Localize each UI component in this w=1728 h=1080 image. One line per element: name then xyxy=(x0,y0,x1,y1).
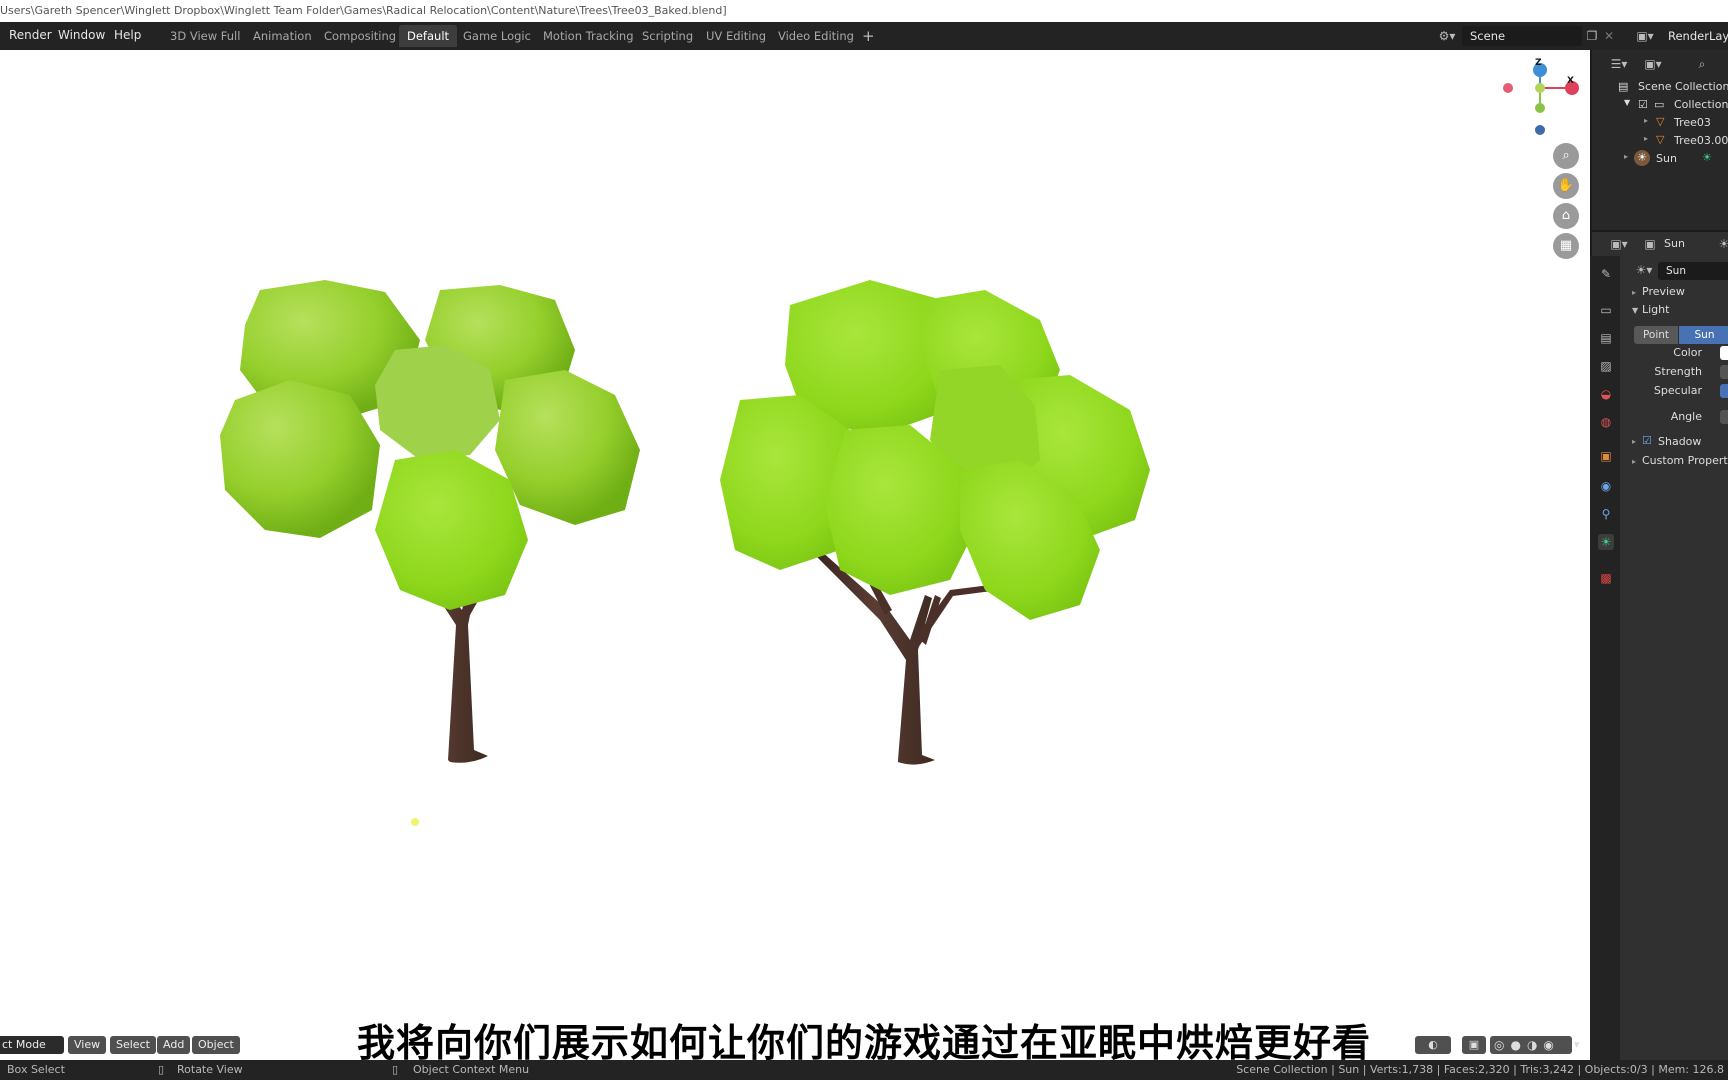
delete-scene-icon[interactable]: ✕ xyxy=(1602,26,1616,46)
texture-tab-icon[interactable]: ▩ xyxy=(1598,570,1614,586)
3d-viewport[interactable]: Z X ⌕ ✋ ⌂ ▦ xyxy=(0,50,1590,1060)
outliner-item-collection[interactable]: Collection xyxy=(1674,98,1728,111)
mouse-icon: ▯ xyxy=(392,1063,399,1076)
window-title: Users\Gareth Spencer\Winglett Dropbox\Wi… xyxy=(0,0,1728,22)
light-data-tab-icon[interactable]: ☀ xyxy=(1598,534,1614,550)
light-type-sun-button[interactable]: Sun xyxy=(1679,326,1728,344)
physics-tab-icon[interactable]: ◉ xyxy=(1598,478,1614,494)
render-layer-field[interactable]: RenderLayer xyxy=(1660,26,1728,46)
properties-tab-column xyxy=(1590,256,1620,1060)
outliner-item-tree03[interactable]: Tree03 xyxy=(1674,116,1711,129)
view-layer-tab-icon[interactable]: ▨ xyxy=(1598,358,1614,374)
light-type-point-button[interactable]: Point xyxy=(1634,326,1678,344)
collapse-arrow-icon[interactable]: ▸ xyxy=(1632,457,1636,466)
color-label: Color xyxy=(1673,346,1702,359)
strength-field[interactable] xyxy=(1720,365,1728,379)
scene-name-field[interactable]: Scene xyxy=(1462,26,1582,46)
checkbox-icon[interactable]: ☑ xyxy=(1638,98,1648,111)
perspective-grid-icon[interactable]: ▦ xyxy=(1553,233,1579,259)
outliner-filter-icon[interactable]: ▣▾ xyxy=(1638,54,1668,74)
zoom-icon[interactable]: ⌕ xyxy=(1553,143,1579,169)
tool-tab-icon[interactable]: ✎ xyxy=(1598,266,1614,282)
outliner-item-scene-collection[interactable]: Scene Collection xyxy=(1638,80,1728,93)
status-context-menu: Object Context Menu xyxy=(413,1063,530,1076)
status-box-select: Box Select xyxy=(7,1063,65,1076)
tab-scripting[interactable]: Scripting xyxy=(634,25,701,47)
panel-custom-properties-header[interactable]: Custom Properties xyxy=(1642,454,1728,467)
collection-icon: ▭ xyxy=(1654,98,1665,111)
menu-help[interactable]: Help xyxy=(114,28,141,42)
pin-icon[interactable]: ☀ xyxy=(1718,234,1728,254)
light-datablock-icon[interactable]: ☀▾ xyxy=(1632,260,1656,280)
output-tab-icon[interactable]: ▤ xyxy=(1598,330,1614,346)
sun-light-point[interactable] xyxy=(411,818,419,826)
specular-slider[interactable] xyxy=(1720,384,1728,398)
light-data-icon[interactable]: ☀ xyxy=(1702,151,1712,164)
strength-label: Strength xyxy=(1654,365,1702,378)
outliner-item-tree03-00[interactable]: Tree03.00 xyxy=(1674,134,1728,147)
expand-arrow-icon[interactable]: ▸ xyxy=(1644,116,1648,125)
gizmo-x-label: X xyxy=(1567,76,1574,86)
tab-default[interactable]: Default xyxy=(399,25,458,47)
object-tab-icon[interactable]: ▣ xyxy=(1598,448,1614,464)
properties-header-object: Sun xyxy=(1664,237,1685,250)
panel-shadow-header[interactable]: Shadow xyxy=(1658,435,1701,448)
render-tab-icon[interactable]: ▭ xyxy=(1598,302,1614,318)
tree-left[interactable] xyxy=(220,280,640,763)
tab-3d-view-full[interactable]: 3D View Full xyxy=(162,25,248,47)
panel-preview-header[interactable]: Preview xyxy=(1642,285,1685,298)
outliner-scene-collection-icon: ▤ xyxy=(1618,80,1629,93)
specular-label: Specular xyxy=(1653,384,1702,397)
camera-view-icon[interactable]: ⌂ xyxy=(1553,203,1579,229)
outliner-item-sun[interactable]: Sun xyxy=(1656,152,1677,165)
outliner-panel: ☰▾ ▣▾ ⌕ ▤ Scene Collection ▼ ☑ ▭ Collect… xyxy=(1590,50,1728,230)
angle-label: Angle xyxy=(1670,410,1702,423)
mesh-icon: ▽ xyxy=(1656,133,1665,146)
collapse-arrow-icon[interactable]: ▸ xyxy=(1632,288,1636,297)
color-swatch[interactable] xyxy=(1720,346,1728,360)
expand-arrow-icon[interactable]: ▸ xyxy=(1644,134,1648,143)
outliner-display-mode-icon[interactable]: ☰▾ xyxy=(1604,54,1634,74)
shadow-checkbox[interactable]: ☑ xyxy=(1642,434,1652,447)
panel-light-header[interactable]: Light xyxy=(1642,303,1669,316)
mesh-icon: ▽ xyxy=(1656,115,1665,128)
pan-hand-icon[interactable]: ✋ xyxy=(1553,173,1579,199)
new-scene-icon[interactable]: ❐ xyxy=(1584,26,1600,46)
tab-uv-editing[interactable]: UV Editing xyxy=(698,25,774,47)
collapse-arrow-icon[interactable]: ▸ xyxy=(1632,437,1636,446)
tab-game-logic[interactable]: Game Logic xyxy=(455,25,539,47)
scene-tab-icon[interactable]: ◒ xyxy=(1598,386,1614,402)
viewport-scene xyxy=(220,63,1579,826)
outliner-search-icon[interactable]: ⌕ xyxy=(1692,54,1712,74)
world-tab-icon[interactable]: ◍ xyxy=(1598,414,1614,430)
menu-window[interactable]: Window xyxy=(58,28,105,42)
angle-field[interactable] xyxy=(1720,410,1728,424)
tree-right[interactable] xyxy=(720,280,1150,765)
menu-render[interactable]: Render xyxy=(9,28,52,42)
sun-object-icon: ☀ xyxy=(1634,150,1650,166)
scene-selector-icon[interactable]: ⚙▾ xyxy=(1432,26,1462,46)
tab-motion-tracking[interactable]: Motion Tracking xyxy=(535,25,642,47)
tab-compositing[interactable]: Compositing xyxy=(316,25,404,47)
properties-editor-type-icon[interactable]: ▣▾ xyxy=(1604,234,1634,254)
expand-arrow-icon[interactable]: ▸ xyxy=(1624,152,1628,161)
tab-video-editing[interactable]: Video Editing xyxy=(770,25,862,47)
status-rotate-view: Rotate View xyxy=(177,1063,243,1076)
expand-arrow-icon[interactable]: ▼ xyxy=(1624,98,1630,107)
gizmo-z-label: Z xyxy=(1535,58,1542,68)
top-bar: Render Window Help 3D View Full Animatio… xyxy=(0,22,1728,51)
status-scene-stats: Scene Collection | Sun | Verts:1,738 | F… xyxy=(1236,1063,1724,1076)
mouse-icon: ▯ xyxy=(158,1063,165,1076)
video-subtitle: 我将向你们展示如何让你们的游戏通过在亚眠中烘焙更好看 xyxy=(356,1021,1371,1066)
constraints-tab-icon[interactable]: ⚲ xyxy=(1598,506,1614,522)
object-icon: ▣ xyxy=(1644,237,1656,251)
status-bar: Box Select ▯ Rotate View ▯ Object Contex… xyxy=(0,1060,1728,1080)
tab-animation[interactable]: Animation xyxy=(245,25,320,47)
add-workspace-button[interactable]: + xyxy=(854,25,883,47)
expand-arrow-icon[interactable]: ▼ xyxy=(1632,306,1638,315)
navigation-gizmo[interactable] xyxy=(1503,63,1579,135)
view-layer-selector-icon[interactable]: ▣▾ xyxy=(1630,26,1660,46)
light-data-name-field[interactable]: Sun xyxy=(1658,262,1728,280)
